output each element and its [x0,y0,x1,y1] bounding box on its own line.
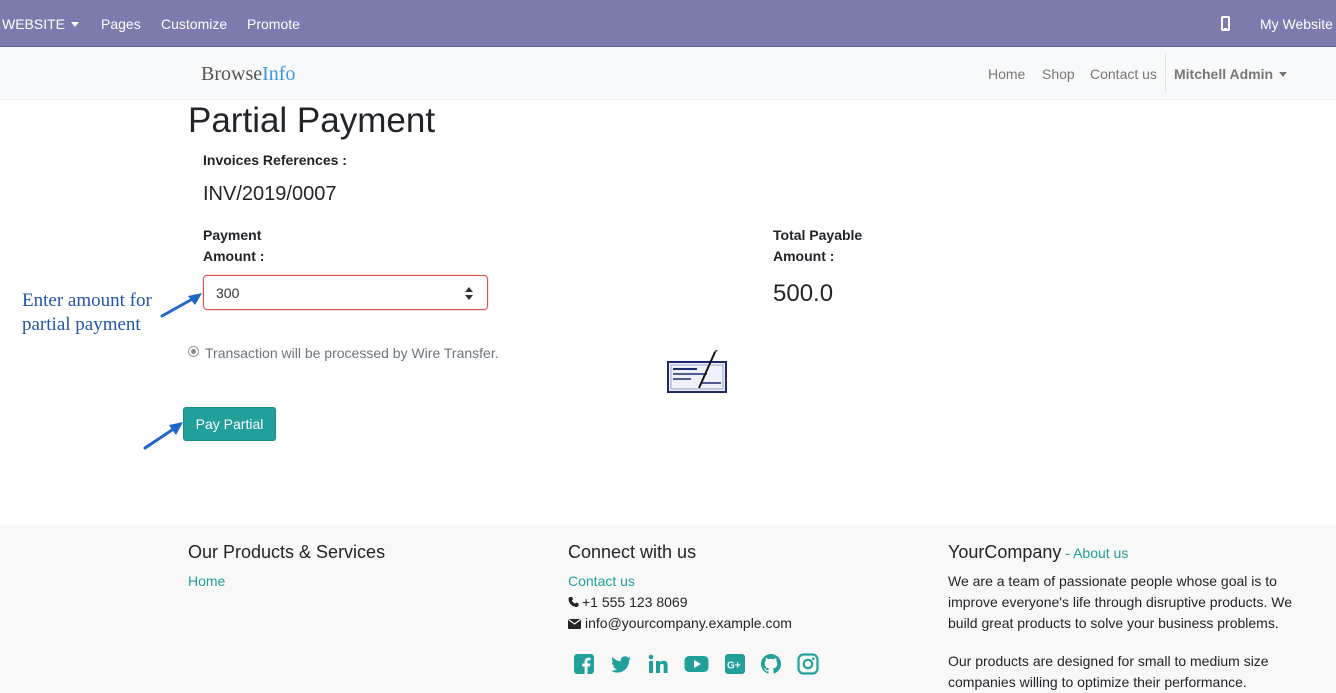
nav-home[interactable]: Home [988,66,1025,82]
user-menu[interactable]: Mitchell Admin [1174,66,1288,82]
title-separator: - [1061,545,1074,561]
footer-email-value: info@yourcompany.example.com [585,615,792,631]
github-icon[interactable] [760,653,782,675]
footer-phone: +1 555 123 8069 [568,594,688,610]
annotation-note: Enter amount for partial payment [22,289,152,337]
google-plus-icon[interactable]: G+ [724,653,746,675]
footer-connect-title: Connect with us [568,542,697,562]
website-menu-label: WEBSITE [2,16,66,32]
wire-transfer-radio[interactable] [188,346,199,357]
footer-products-title: Our Products & Services [188,542,386,562]
chevron-down-icon [71,21,80,27]
payment-amount-value: 300 [216,285,240,301]
footer-contact-link[interactable]: Contact us [568,573,635,589]
instagram-icon[interactable] [797,653,819,675]
website-menu[interactable]: WEBSITE [2,16,80,32]
facebook-icon[interactable] [573,653,595,675]
nav-contact-us[interactable]: Contact us [1090,66,1157,82]
cheque-icon [667,350,727,393]
brand-part2: Info [262,63,296,85]
nav-divider [1165,54,1166,92]
admin-topbar: WEBSITE Pages Customize Promote My Websi… [0,0,1336,47]
envelope-icon [568,619,581,629]
page-title: Partial Payment [188,101,436,140]
wire-transfer-label: Transaction will be processed by Wire Tr… [205,345,499,361]
payment-amount-input[interactable]: 300 [203,275,488,310]
number-spinner-icon[interactable] [465,287,473,300]
footer-about-paragraph-2: Our products are designed for small to m… [948,653,1269,690]
brand-logo[interactable]: BrowseInfo [201,63,295,86]
payment-label-line2: Amount : [203,248,265,264]
about-us-link[interactable]: About us [1073,545,1128,561]
payment-label-line1: Payment [203,227,262,243]
annotation-line2: partial payment [22,314,141,335]
footer-home-link[interactable]: Home [188,573,225,589]
phone-icon [568,596,579,608]
customize-menu[interactable]: Customize [161,16,227,32]
linkedin-icon[interactable] [647,653,669,675]
footer-company-title: YourCompany - About us [948,542,1128,563]
twitter-icon[interactable] [610,653,632,675]
mobile-preview-icon[interactable] [1221,16,1230,31]
footer-about-paragraph-1: We are a team of passionate people whose… [948,573,1293,631]
total-payable-value: 500.0 [773,280,834,307]
user-name: Mitchell Admin [1174,66,1274,82]
my-website-menu[interactable]: My Website [1260,16,1333,32]
annotation-line1: Enter amount for [22,290,152,311]
youtube-icon[interactable] [684,653,709,675]
pages-menu[interactable]: Pages [101,16,141,32]
payment-amount-label: Payment Amount : [203,225,264,267]
website-navbar: BrowseInfo Home Shop Contact us Mitchell… [0,47,1336,100]
footer-email: info@yourcompany.example.com [568,615,792,631]
footer-phone-value: +1 555 123 8069 [582,594,688,610]
total-label-line1: Total Payable [773,227,863,243]
annotation-arrow-icon [160,293,202,318]
svg-text:G+: G+ [727,661,741,672]
chevron-down-icon [1279,71,1288,77]
total-payable-label: Total Payable Amount : [773,225,862,267]
invoice-reference-value: INV/2019/0007 [203,183,337,205]
nav-shop[interactable]: Shop [1042,66,1075,82]
brand-part1: Browse [201,63,263,85]
total-label-line2: Amount : [773,248,835,264]
annotation-arrow-icon [143,422,183,450]
company-name: YourCompany [948,542,1062,562]
pay-partial-button[interactable]: Pay Partial [183,407,276,441]
promote-menu[interactable]: Promote [247,16,300,32]
invoice-reference-label: Invoices References : [203,152,347,168]
